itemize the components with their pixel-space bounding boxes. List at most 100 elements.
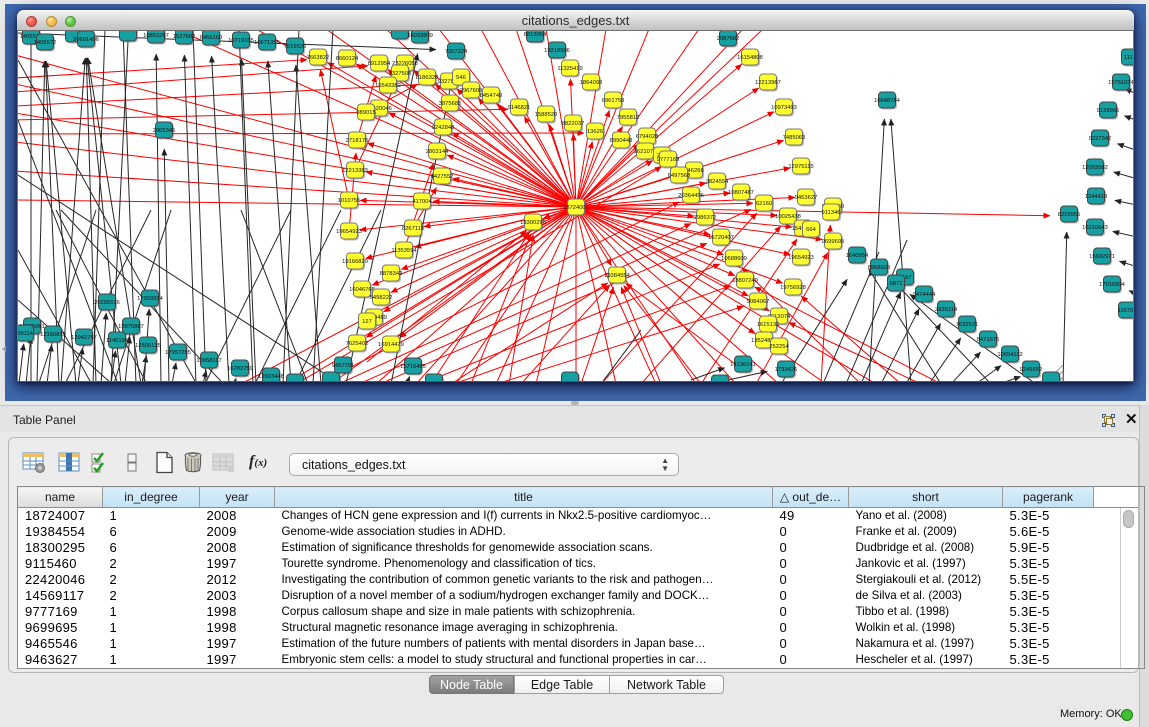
svg-text:15716485: 15716485 — [400, 364, 426, 370]
svg-text:7485063: 7485063 — [783, 135, 806, 141]
svg-text:9242848: 9242848 — [432, 125, 455, 131]
svg-text:13626: 13626 — [587, 129, 603, 135]
svg-text:9327506: 9327506 — [389, 71, 412, 77]
svg-text:7357224: 7357224 — [445, 49, 468, 55]
svg-text:10654112: 10654112 — [997, 352, 1022, 358]
svg-text:7625402: 7625402 — [346, 341, 369, 347]
svg-text:9084067: 9084067 — [747, 299, 770, 305]
svg-text:1621072: 1621072 — [634, 149, 657, 155]
svg-text:10671355: 10671355 — [254, 40, 280, 46]
svg-text:9457791: 9457791 — [332, 363, 355, 369]
svg-text:7632621: 7632621 — [956, 322, 979, 328]
svg-text:1733426: 1733426 — [775, 367, 798, 373]
svg-text:3875685: 3875685 — [439, 101, 462, 107]
svg-text:62160: 62160 — [756, 201, 772, 207]
svg-text:8912954: 8912954 — [368, 61, 391, 67]
svg-text:16914479: 16914479 — [378, 342, 404, 348]
svg-text:1112: 1112 — [1124, 55, 1134, 61]
svg-text:16648784: 16648784 — [874, 98, 901, 104]
svg-text:7986372: 7986372 — [694, 215, 717, 221]
svg-text:19654923: 19654923 — [336, 229, 362, 235]
svg-text:10025438: 10025438 — [775, 214, 801, 220]
svg-text:12156819: 12156819 — [40, 332, 66, 338]
svg-text:1010755: 1010755 — [338, 198, 361, 204]
svg-text:8267110: 8267110 — [402, 226, 424, 232]
svg-text:12213967: 12213967 — [755, 80, 781, 86]
svg-text:5498222: 5498222 — [370, 295, 393, 301]
svg-text:1864093: 1864093 — [580, 80, 603, 86]
svg-text:8427552: 8427552 — [431, 174, 454, 180]
svg-text:1615132: 1615132 — [757, 322, 780, 328]
svg-text:17359924: 17359924 — [137, 296, 164, 302]
svg-text:18724007: 18724007 — [563, 205, 589, 211]
svg-text:11325419: 11325419 — [557, 66, 582, 72]
svg-text:10853267: 10853267 — [143, 33, 169, 39]
svg-text:1640954: 1640954 — [846, 253, 869, 259]
svg-text:2935114: 2935114 — [935, 307, 958, 313]
svg-text:2718176: 2718176 — [346, 138, 369, 144]
svg-text:16210643: 16210643 — [1082, 225, 1108, 231]
svg-text:9146821: 9146821 — [508, 105, 531, 111]
svg-text:9463627: 9463627 — [795, 195, 818, 201]
svg-text:12213383: 12213383 — [342, 168, 368, 174]
svg-text:19384554: 19384554 — [604, 273, 631, 279]
svg-text:17016504: 17016504 — [1099, 282, 1126, 288]
svg-text:12093582: 12093582 — [1082, 165, 1108, 171]
svg-text:9129966: 9129966 — [1097, 108, 1120, 114]
svg-text:3824554: 3824554 — [706, 179, 729, 185]
svg-text:12942757: 12942757 — [71, 335, 97, 341]
svg-text:127: 127 — [362, 319, 372, 325]
svg-text:8822037: 8822037 — [562, 121, 585, 127]
svg-text:9227342: 9227342 — [1089, 136, 1112, 142]
svg-text:16154808: 16154808 — [737, 55, 763, 61]
svg-text:12923448: 12923448 — [258, 374, 284, 380]
svg-text:10973493: 10973493 — [771, 105, 797, 111]
svg-text:6871: 6871 — [890, 281, 903, 287]
svg-text:252254: 252254 — [769, 344, 789, 350]
svg-text:8813054: 8813054 — [524, 32, 547, 38]
svg-text:12975115: 12975115 — [788, 164, 813, 170]
svg-text:10719155: 10719155 — [228, 38, 254, 44]
svg-text:12505135: 12505135 — [135, 343, 161, 349]
svg-text:6497568: 6497568 — [668, 173, 691, 179]
svg-text:20691406: 20691406 — [73, 37, 99, 43]
svg-text:16543382: 16543382 — [375, 83, 401, 89]
svg-text:9699695: 9699695 — [822, 239, 845, 245]
svg-text:15751074: 15751074 — [1108, 80, 1134, 86]
svg-text:18300295: 18300295 — [520, 220, 546, 226]
svg-text:10958117: 10958117 — [196, 358, 221, 364]
svg-text:6961758: 6961758 — [602, 98, 625, 104]
svg-text:14136141: 14136141 — [730, 362, 756, 368]
svg-text:664: 664 — [806, 227, 816, 233]
svg-text:7663822: 7663822 — [307, 55, 330, 61]
svg-text:20206516: 20206516 — [94, 300, 120, 306]
svg-text:546: 546 — [456, 75, 466, 81]
svg-text:19218506: 19218506 — [544, 48, 570, 54]
svg-text:19975887: 19975887 — [118, 324, 144, 330]
svg-text:9474444: 9474444 — [913, 292, 936, 298]
svg-text:17957255: 17957255 — [165, 350, 191, 356]
svg-text:417004: 417004 — [412, 199, 432, 205]
svg-text:15692971: 15692971 — [1089, 254, 1115, 260]
svg-text:18807249: 18807249 — [732, 278, 758, 284]
svg-text:8878342: 8878342 — [380, 271, 403, 277]
svg-text:2005346: 2005346 — [153, 128, 176, 134]
svg-text:8471676: 8471676 — [977, 337, 1000, 343]
svg-text:10688609: 10688609 — [721, 256, 747, 262]
svg-text:7955812: 7955812 — [617, 115, 640, 121]
svg-text:8454749: 8454749 — [480, 93, 503, 99]
svg-text:9245652: 9245652 — [1020, 367, 1043, 373]
svg-text:116753: 116753 — [1118, 308, 1134, 314]
svg-text:16782759: 16782759 — [227, 366, 253, 372]
svg-text:8958928: 8958928 — [868, 265, 891, 271]
svg-text:10807487: 10807487 — [728, 190, 754, 196]
svg-text:6794028: 6794028 — [636, 134, 659, 140]
svg-text:1244419: 1244419 — [1085, 194, 1108, 200]
svg-text:2803144: 2803144 — [426, 149, 449, 155]
svg-text:989015: 989015 — [356, 110, 375, 116]
svg-text:39114: 39114 — [18, 331, 34, 337]
svg-text:8660124: 8660124 — [336, 56, 359, 62]
svg-text:11353594: 11353594 — [391, 248, 417, 254]
svg-text:8990448: 8990448 — [610, 138, 633, 144]
svg-text:7515526: 7515526 — [284, 44, 307, 50]
